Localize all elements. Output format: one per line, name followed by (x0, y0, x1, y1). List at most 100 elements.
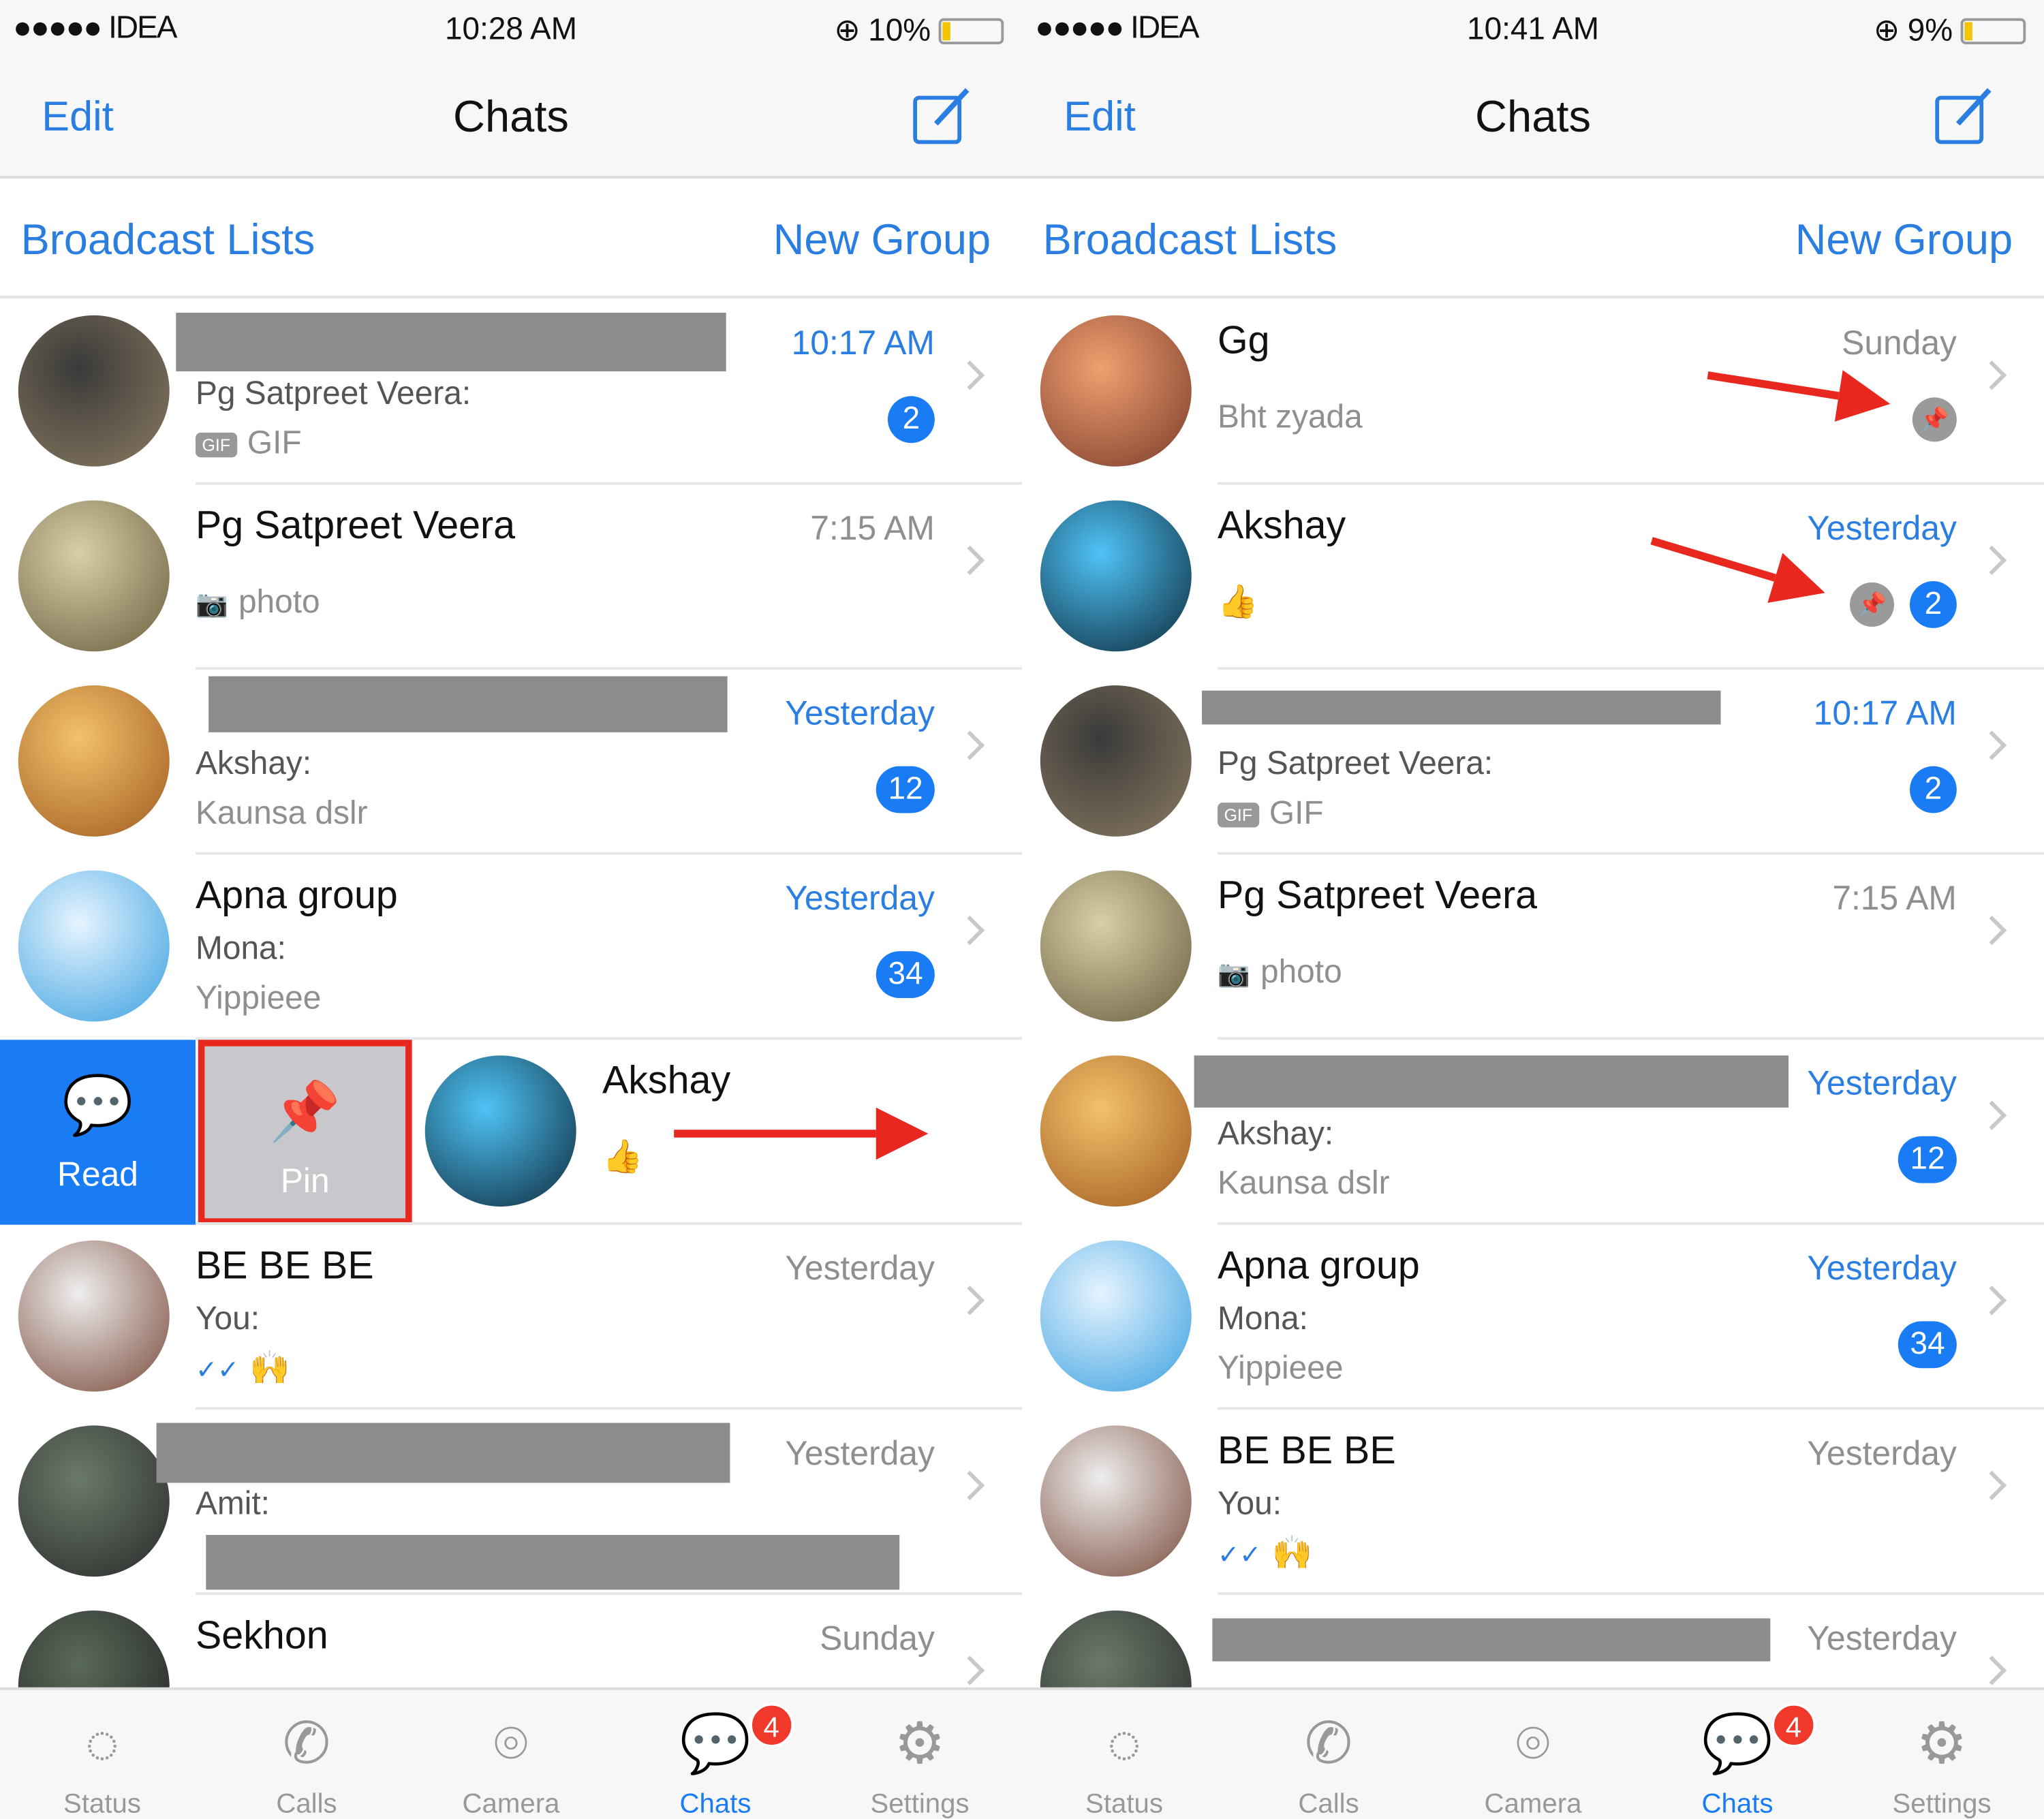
avatar[interactable] (18, 315, 170, 467)
battery-group: ⊕ 10% (834, 12, 1004, 49)
tab-camera[interactable]: ⌾ Camera (409, 1690, 613, 1819)
chevron-right-icon (1977, 360, 2007, 390)
phone-icon: ✆ (282, 1712, 331, 1776)
message-preview: GIF GIF (1218, 795, 1324, 833)
broadcast-lists-link[interactable]: Broadcast Lists (21, 215, 315, 265)
chat-bubbles-icon: 💬 (1701, 1712, 1774, 1776)
tab-settings[interactable]: ⚙ Settings (1840, 1690, 2044, 1819)
message-sender: Mona: (1218, 1300, 1308, 1337)
tab-calls[interactable]: ✆ Calls (204, 1690, 409, 1819)
chat-time: Sunday (1842, 323, 1957, 362)
battery-icon (938, 17, 1004, 44)
chevron-right-icon (1977, 1655, 2007, 1685)
avatar[interactable] (1040, 1055, 1192, 1207)
chat-row[interactable]: Akshay Yesterday 👍 2 📌 (1022, 484, 2044, 670)
preview-text: photo (238, 583, 320, 621)
tab-badge: 4 (749, 1703, 794, 1747)
avatar[interactable] (18, 870, 170, 1022)
tab-chats[interactable]: 💬 Chats 4 (613, 1690, 818, 1819)
avatar[interactable] (1040, 685, 1192, 837)
double-check-icon: ✓✓ (1218, 1541, 1262, 1570)
tab-label: Status (1085, 1788, 1163, 1819)
pin-action-button[interactable]: 📌 Pin (198, 1040, 412, 1225)
avatar[interactable] (424, 1055, 576, 1207)
tab-status[interactable]: ◌ Status (1022, 1690, 1226, 1819)
message-sender: You: (1218, 1485, 1282, 1522)
preview-text: 👍 (602, 1138, 643, 1176)
chevron-right-icon (1977, 1286, 2007, 1316)
tab-status[interactable]: ◌ Status (0, 1690, 204, 1819)
phone-screen-left: ●●●●● IDEA 10:28 AM ⊕ 10% Edit Chats Broadcast… (0, 0, 1023, 1819)
redaction-box (156, 1422, 730, 1483)
chat-row[interactable]: BE BE BE Yesterday You: ✓✓ 🙌 (0, 1224, 1023, 1410)
avatar[interactable] (1040, 1240, 1192, 1392)
chat-time: 10:17 AM (791, 323, 935, 362)
avatar[interactable] (1040, 1425, 1192, 1577)
tab-calls[interactable]: ✆ Calls (1226, 1690, 1431, 1819)
preview-text: GIF (1269, 794, 1324, 832)
chevron-right-icon (955, 1470, 985, 1501)
nav-bar: Edit Chats (0, 59, 1023, 179)
chat-row[interactable]: Apna group Yesterday Mona: Yippieee 34 (1022, 1224, 2044, 1410)
camera-icon: ⌾ (493, 1712, 529, 1776)
gear-icon: ⚙ (894, 1712, 946, 1776)
broadcast-lists-link[interactable]: Broadcast Lists (1043, 215, 1337, 265)
chat-row[interactable]: Apna group Yesterday Mona: Yippieee 34 (0, 854, 1023, 1040)
read-action-button[interactable]: 💬 Read (0, 1040, 196, 1225)
redaction-box (176, 313, 726, 372)
broadcast-row: Broadcast Lists New Group (1022, 181, 2044, 298)
orientation-lock-icon: ⊕ (1873, 13, 1900, 48)
avatar[interactable] (18, 685, 170, 837)
chat-row[interactable]: Pg Satpreet Veera 7:15 AM 📷 photo (0, 484, 1023, 670)
avatar[interactable] (18, 500, 170, 652)
avatar[interactable] (18, 1240, 170, 1392)
chevron-right-icon (955, 1286, 985, 1316)
compose-icon[interactable] (1932, 82, 1998, 147)
chevron-right-icon (955, 545, 985, 576)
broadcast-row: Broadcast Lists New Group (0, 181, 1023, 298)
tab-chats[interactable]: 💬 Chats 4 (1635, 1690, 1840, 1819)
chevron-right-icon (955, 1655, 985, 1685)
message-sender: Mona: (195, 930, 286, 967)
nav-bar: Edit Chats (1022, 59, 2044, 179)
tab-label: Settings (1892, 1788, 1992, 1819)
status-icon: ◌ (1106, 1712, 1142, 1776)
avatar[interactable] (1040, 315, 1192, 467)
tab-settings[interactable]: ⚙ Settings (818, 1690, 1022, 1819)
chat-time: Yesterday (785, 693, 935, 732)
avatar[interactable] (18, 1425, 170, 1577)
gear-icon: ⚙ (1916, 1712, 1968, 1776)
chat-row[interactable]: 💬 Read 📌 Pin Akshay 👍 (0, 1040, 1023, 1225)
status-icon: ◌ (84, 1712, 120, 1776)
new-group-link[interactable]: New Group (1795, 215, 2013, 265)
gif-icon: GIF (195, 432, 237, 458)
new-group-link[interactable]: New Group (773, 215, 991, 265)
preview-text: Bht zyada (1218, 399, 1363, 435)
unread-badge: 34 (876, 951, 935, 999)
tab-camera[interactable]: ⌾ Camera (1431, 1690, 1635, 1819)
chat-row[interactable]: Pg Satpreet Veera 7:15 AM 📷 photo (1022, 854, 2044, 1040)
compose-icon[interactable] (910, 82, 975, 147)
avatar[interactable] (1040, 500, 1192, 652)
chat-time: Yesterday (1807, 508, 1957, 548)
avatar[interactable] (1040, 870, 1192, 1022)
chat-time: Yesterday (1807, 1063, 1957, 1103)
chat-time: Yesterday (1807, 1248, 1957, 1288)
chat-bubbles-icon: 💬 (679, 1712, 752, 1776)
battery-percent: 9% (1907, 12, 1953, 48)
chevron-right-icon (1977, 1100, 2007, 1130)
camera-icon: 📷 (1218, 960, 1250, 989)
chat-name: Akshay (1218, 504, 1346, 548)
tab-label: Chats (679, 1788, 752, 1819)
chevron-right-icon (955, 360, 985, 390)
chat-row[interactable]: BE BE BE Yesterday You: ✓✓ 🙌 (1022, 1410, 2044, 1596)
chat-row[interactable]: Gg Sunday Bht zyada 📌 (1022, 299, 2044, 485)
chat-name: BE BE BE (1218, 1429, 1396, 1473)
message-preview: ✓✓ 🙌 (1218, 1535, 1312, 1572)
message-sender: Akshay: (1218, 1115, 1334, 1152)
unread-badge: 2 (1909, 581, 1957, 628)
message-preview: Kaunsa dslr (1218, 1165, 1390, 1202)
redaction-box (1212, 1618, 1771, 1662)
chat-time: Sunday (820, 1618, 935, 1658)
preview-text: Kaunsa dslr (195, 794, 368, 832)
